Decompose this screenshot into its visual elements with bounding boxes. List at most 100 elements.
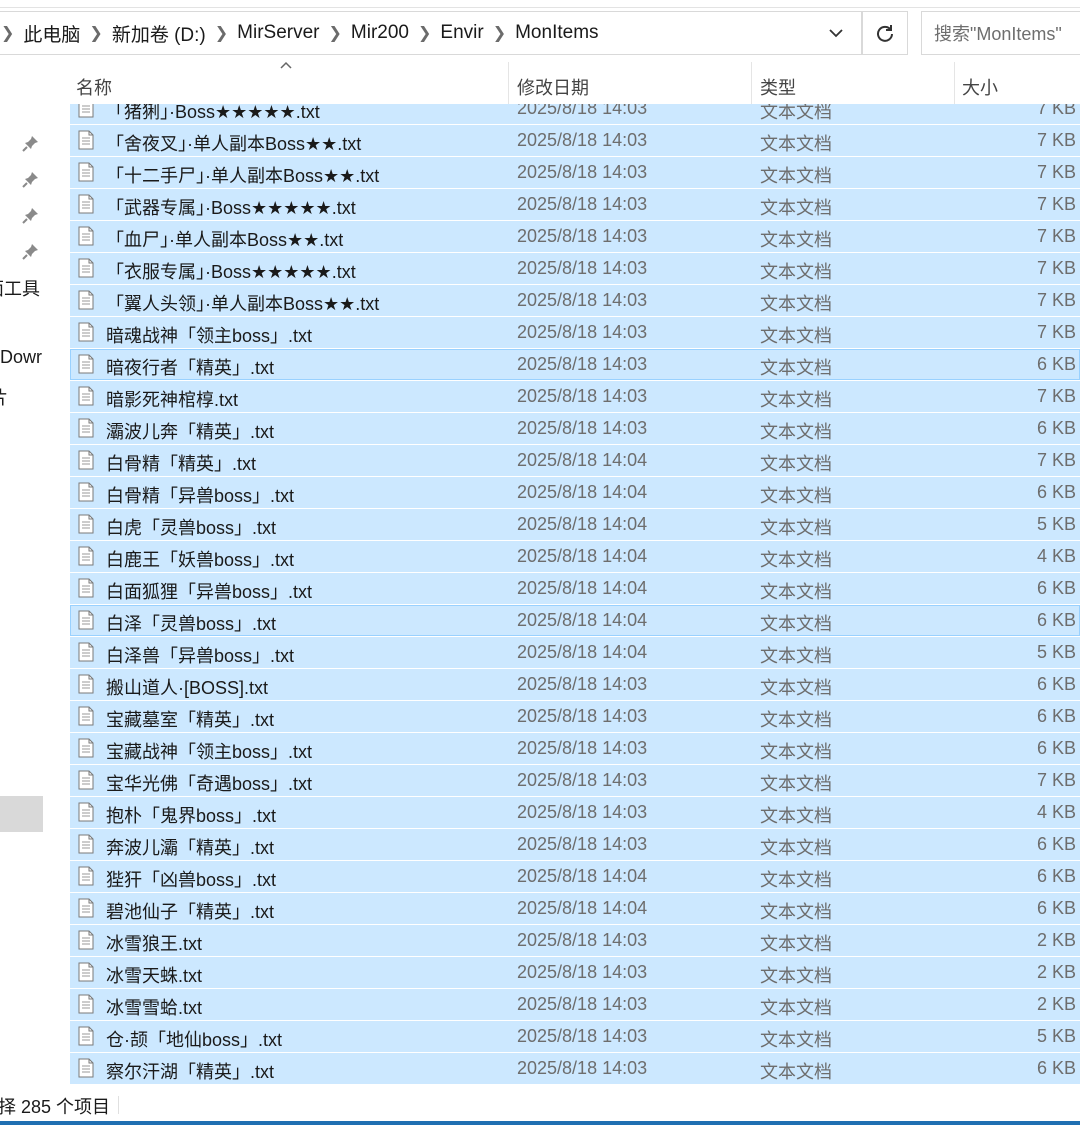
breadcrumb-envir[interactable]: Envir bbox=[440, 22, 483, 44]
file-name[interactable]: 白鹿王「妖兽boss」.txt bbox=[106, 546, 294, 572]
file-row[interactable]: 「武器专属」·Boss★★★★★.txt 2025/8/18 14:03 文本文档 7… bbox=[70, 189, 1080, 220]
file-list[interactable]: 「猪猁」·Boss★★★★★.txt 2025/8/18 14:03 文本文档 7 K… bbox=[70, 104, 1080, 1085]
file-row[interactable]: 白骨精「精英」.txt 2025/8/18 14:04 文本文档 7 KB bbox=[70, 445, 1080, 476]
search-input[interactable] bbox=[932, 21, 1080, 47]
breadcrumb-mirserver[interactable]: MirServer bbox=[237, 22, 319, 44]
file-row[interactable]: 狴犴「凶兽boss」.txt 2025/8/18 14:04 文本文档 6 KB bbox=[70, 861, 1080, 892]
file-row[interactable]: 白泽「灵兽boss」.txt 2025/8/18 14:04 文本文档 6 KB bbox=[70, 605, 1080, 636]
file-name[interactable]: 狴犴「凶兽boss」.txt bbox=[106, 866, 276, 892]
address-bar[interactable]: ❯ 此电脑 ❯ 新加卷 (D:) ❯ MirServer ❯ Mir200 ❯ … bbox=[0, 11, 862, 55]
file-name[interactable]: 碧池仙子「精英」.txt bbox=[106, 898, 274, 924]
file-row[interactable]: 宝藏战神「领主boss」.txt 2025/8/18 14:03 文本文档 6 KB bbox=[70, 733, 1080, 764]
file-name[interactable]: 白虎「灵兽boss」.txt bbox=[106, 514, 276, 540]
chevron-right-icon[interactable]: ❯ bbox=[89, 23, 102, 43]
column-header-size[interactable]: 大小 bbox=[962, 74, 998, 100]
file-name[interactable]: 「猪猁」·Boss★★★★★.txt bbox=[106, 104, 320, 124]
text-file-icon bbox=[78, 104, 94, 118]
file-row[interactable]: 「舍夜叉」·单人副本Boss★★.txt 2025/8/18 14:03 文本文档 7… bbox=[70, 125, 1080, 156]
file-row[interactable]: 宝华光佛「奇遇boss」.txt 2025/8/18 14:03 文本文档 7 KB bbox=[70, 765, 1080, 796]
address-history-dropdown[interactable] bbox=[825, 22, 847, 44]
file-name[interactable]: 宝藏战神「领主boss」.txt bbox=[106, 738, 312, 764]
file-name[interactable]: 「十二手尸」·单人副本Boss★★.txt bbox=[106, 162, 379, 188]
file-row[interactable]: 奔波儿灞「精英」.txt 2025/8/18 14:03 文本文档 6 KB bbox=[70, 829, 1080, 860]
chevron-right-icon[interactable]: ❯ bbox=[215, 23, 228, 43]
file-name[interactable]: 白骨精「精英」.txt bbox=[106, 450, 256, 476]
file-name[interactable]: 搬山道人·[BOSS].txt bbox=[106, 674, 268, 700]
file-row[interactable]: 暗夜行者「精英」.txt 2025/8/18 14:03 文本文档 6 KB bbox=[70, 349, 1080, 380]
file-name[interactable]: 白泽兽「异兽boss」.txt bbox=[106, 642, 294, 668]
chevron-right-icon[interactable]: ❯ bbox=[329, 23, 342, 43]
file-name[interactable]: 抱朴「鬼界boss」.txt bbox=[106, 802, 276, 828]
chevron-right-icon[interactable]: ❯ bbox=[493, 23, 506, 43]
file-row[interactable]: 暗魂战神「领主boss」.txt 2025/8/18 14:03 文本文档 7 KB bbox=[70, 317, 1080, 348]
nav-item-downloads[interactable]: Dowr bbox=[0, 347, 42, 368]
text-file-icon bbox=[78, 770, 94, 790]
file-name[interactable]: 冰雪天蛛.txt bbox=[106, 962, 202, 988]
file-name[interactable]: 灞波儿奔「精英」.txt bbox=[106, 418, 274, 444]
file-name[interactable]: 暗夜行者「精英」.txt bbox=[106, 354, 274, 380]
file-row[interactable]: 冰雪雪蛤.txt 2025/8/18 14:03 文本文档 2 KB bbox=[70, 989, 1080, 1020]
column-divider[interactable] bbox=[751, 62, 752, 104]
file-row[interactable]: 白泽兽「异兽boss」.txt 2025/8/18 14:04 文本文档 5 KB bbox=[70, 637, 1080, 668]
nav-item-selected[interactable] bbox=[0, 796, 43, 832]
file-name[interactable]: 仓·颉「地仙boss」.txt bbox=[106, 1026, 282, 1052]
search-box[interactable] bbox=[921, 11, 1080, 55]
file-name[interactable]: 「翼人头领」·单人副本Boss★★.txt bbox=[106, 290, 379, 316]
file-row[interactable]: 抱朴「鬼界boss」.txt 2025/8/18 14:03 文本文档 4 KB bbox=[70, 797, 1080, 828]
file-row[interactable]: 白虎「灵兽boss」.txt 2025/8/18 14:04 文本文档 5 KB bbox=[70, 509, 1080, 540]
file-name[interactable]: 白面狐狸「异兽boss」.txt bbox=[106, 578, 312, 604]
file-name[interactable]: 暗魂战神「领主boss」.txt bbox=[106, 322, 312, 348]
column-header-name[interactable]: 名称 bbox=[76, 74, 112, 100]
file-row[interactable]: 「血尸」·单人副本Boss★★.txt 2025/8/18 14:03 文本文档 7 … bbox=[70, 221, 1080, 252]
file-row[interactable]: 「翼人头领」·单人副本Boss★★.txt 2025/8/18 14:03 文本文档… bbox=[70, 285, 1080, 316]
breadcrumb-monitems[interactable]: MonItems bbox=[515, 22, 598, 44]
file-row[interactable]: 灞波儿奔「精英」.txt 2025/8/18 14:03 文本文档 6 KB bbox=[70, 413, 1080, 444]
file-name[interactable]: 宝华光佛「奇遇boss」.txt bbox=[106, 770, 312, 796]
nav-item-pictures[interactable]: 片 bbox=[0, 384, 8, 410]
file-name[interactable]: 宝藏墓室「精英」.txt bbox=[106, 706, 274, 732]
file-name[interactable]: 白泽「灵兽boss」.txt bbox=[106, 610, 276, 636]
file-name[interactable]: 「武器专属」·Boss★★★★★.txt bbox=[106, 194, 356, 220]
file-name[interactable]: 冰雪雪蛤.txt bbox=[106, 994, 202, 1020]
column-header-date[interactable]: 修改日期 bbox=[517, 74, 589, 100]
file-row[interactable]: 仓·颉「地仙boss」.txt 2025/8/18 14:03 文本文档 5 KB bbox=[70, 1021, 1080, 1052]
file-size: 5 KB bbox=[1036, 514, 1076, 534]
file-name[interactable]: 「血尸」·单人副本Boss★★.txt bbox=[106, 226, 343, 252]
file-row[interactable]: 暗影死神棺椁.txt 2025/8/18 14:03 文本文档 7 KB bbox=[70, 381, 1080, 412]
chevron-right-icon[interactable]: ❯ bbox=[418, 23, 431, 43]
refresh-button[interactable] bbox=[862, 11, 908, 55]
pin-icon[interactable] bbox=[22, 206, 40, 224]
file-row[interactable]: 搬山道人·[BOSS].txt 2025/8/18 14:03 文本文档 6 KB bbox=[70, 669, 1080, 700]
column-header-type[interactable]: 类型 bbox=[760, 74, 796, 100]
file-row[interactable]: 冰雪天蛛.txt 2025/8/18 14:03 文本文档 2 KB bbox=[70, 957, 1080, 988]
file-name[interactable]: 奔波儿灞「精英」.txt bbox=[106, 834, 274, 860]
pin-icon[interactable] bbox=[22, 134, 40, 152]
file-name[interactable]: 察尔汗湖「精英」.txt bbox=[106, 1058, 274, 1084]
file-row[interactable]: 白面狐狸「异兽boss」.txt 2025/8/18 14:04 文本文档 6 KB bbox=[70, 573, 1080, 604]
nav-item-tools[interactable]: 面工具 bbox=[0, 275, 40, 301]
file-name[interactable]: 「舍夜叉」·单人副本Boss★★.txt bbox=[106, 130, 361, 156]
file-name[interactable]: 「衣服专属」·Boss★★★★★.txt bbox=[106, 258, 356, 284]
file-name[interactable]: 暗影死神棺椁.txt bbox=[106, 386, 238, 412]
navigation-pane[interactable]: 面工具 Dowr 片 bbox=[0, 56, 44, 1092]
breadcrumb-drive-d[interactable]: 新加卷 (D:) bbox=[112, 20, 206, 47]
file-row[interactable]: 白鹿王「妖兽boss」.txt 2025/8/18 14:04 文本文档 4 KB bbox=[70, 541, 1080, 572]
file-row[interactable]: 察尔汗湖「精英」.txt 2025/8/18 14:03 文本文档 6 KB bbox=[70, 1053, 1080, 1084]
column-divider[interactable] bbox=[508, 62, 509, 104]
file-name[interactable]: 白骨精「异兽boss」.txt bbox=[106, 482, 294, 508]
file-name[interactable]: 冰雪狼王.txt bbox=[106, 930, 202, 956]
text-file-icon bbox=[78, 610, 94, 630]
file-row[interactable]: 「十二手尸」·单人副本Boss★★.txt 2025/8/18 14:03 文本文档… bbox=[70, 157, 1080, 188]
pin-icon[interactable] bbox=[22, 170, 40, 188]
pin-icon[interactable] bbox=[22, 242, 40, 260]
file-row[interactable]: 「衣服专属」·Boss★★★★★.txt 2025/8/18 14:03 文本文档 7… bbox=[70, 253, 1080, 284]
chevron-right-icon[interactable]: ❯ bbox=[1, 23, 14, 43]
breadcrumb-mir200[interactable]: Mir200 bbox=[351, 22, 409, 44]
file-row[interactable]: 碧池仙子「精英」.txt 2025/8/18 14:04 文本文档 6 KB bbox=[70, 893, 1080, 924]
column-divider[interactable] bbox=[954, 62, 955, 104]
file-row[interactable]: 宝藏墓室「精英」.txt 2025/8/18 14:03 文本文档 6 KB bbox=[70, 701, 1080, 732]
file-row[interactable]: 冰雪狼王.txt 2025/8/18 14:03 文本文档 2 KB bbox=[70, 925, 1080, 956]
file-row[interactable]: 「猪猁」·Boss★★★★★.txt 2025/8/18 14:03 文本文档 7 K… bbox=[70, 104, 1080, 124]
file-row[interactable]: 白骨精「异兽boss」.txt 2025/8/18 14:04 文本文档 6 KB bbox=[70, 477, 1080, 508]
breadcrumb-this-pc[interactable]: 此电脑 bbox=[23, 20, 80, 47]
